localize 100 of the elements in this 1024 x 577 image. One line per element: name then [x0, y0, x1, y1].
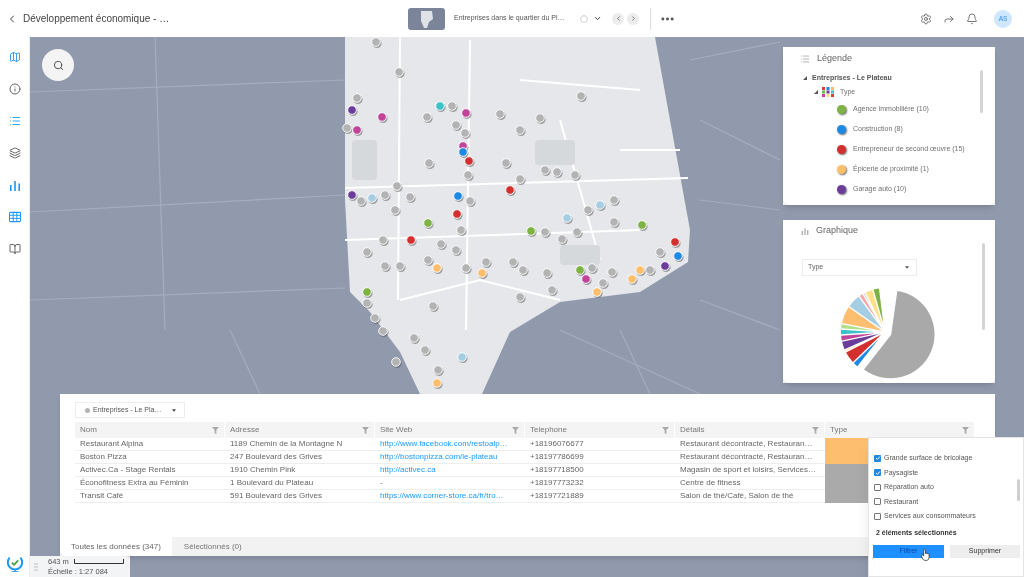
map-marker-icon[interactable] [670, 237, 681, 249]
checkbox[interactable] [874, 483, 881, 491]
map-marker-icon[interactable] [557, 234, 568, 246]
map-marker-icon[interactable] [347, 105, 358, 117]
map-marker-icon[interactable] [370, 313, 381, 325]
map-marker-icon[interactable] [570, 170, 581, 182]
filter-icon[interactable] [212, 426, 219, 434]
book-icon[interactable] [8, 243, 21, 255]
map-marker-icon[interactable] [457, 352, 468, 364]
map-marker-icon[interactable] [356, 196, 367, 208]
map-marker-icon[interactable] [515, 125, 526, 137]
map-marker-icon[interactable] [547, 285, 558, 297]
map-marker-icon[interactable] [423, 255, 434, 267]
layers-icon[interactable] [8, 147, 21, 159]
map-marker-icon[interactable] [405, 192, 416, 204]
filter-icon[interactable] [512, 426, 519, 434]
map-marker-icon[interactable] [461, 263, 472, 275]
map-marker-icon[interactable] [453, 191, 464, 203]
table-icon[interactable] [8, 211, 21, 223]
map-marker-icon[interactable] [575, 265, 586, 277]
map-marker-icon[interactable] [655, 247, 666, 259]
map-marker-icon[interactable] [391, 357, 402, 369]
dropdown-caret-icon[interactable] [593, 14, 602, 23]
map-marker-icon[interactable] [572, 227, 583, 239]
map-marker-icon[interactable] [451, 245, 462, 257]
map-marker-icon[interactable] [542, 268, 553, 280]
map-marker-icon[interactable] [367, 193, 378, 205]
map-marker-icon[interactable] [535, 113, 546, 125]
map-marker-icon[interactable] [477, 268, 488, 280]
map-marker-icon[interactable] [660, 261, 671, 273]
checkbox[interactable] [874, 498, 881, 506]
map-marker-icon[interactable] [673, 251, 684, 263]
map-marker-icon[interactable] [428, 301, 439, 313]
settings-icon[interactable] [920, 12, 932, 25]
list-icon[interactable] [8, 115, 21, 127]
map-marker-icon[interactable] [352, 125, 363, 137]
circle-icon[interactable] [580, 14, 588, 23]
website-link[interactable]: http://www.facebook.com/restoalp… [380, 438, 508, 450]
previous-button[interactable] [612, 12, 624, 25]
map-marker-icon[interactable] [362, 287, 373, 299]
map-marker-icon[interactable] [595, 200, 606, 212]
map-marker-icon[interactable] [645, 265, 656, 277]
tree-toggle-icon[interactable] [814, 90, 818, 94]
map-marker-icon[interactable] [460, 128, 471, 140]
map-marker-icon[interactable] [432, 263, 443, 275]
map-marker-icon[interactable] [576, 91, 587, 103]
map-marker-icon[interactable] [435, 101, 446, 113]
map-marker-icon[interactable] [465, 196, 476, 208]
map-marker-icon[interactable] [515, 174, 526, 186]
map-marker-icon[interactable] [501, 158, 512, 170]
map-marker-icon[interactable] [378, 326, 389, 338]
checkbox[interactable] [874, 512, 881, 520]
map-marker-icon[interactable] [637, 220, 648, 232]
website-link[interactable]: https://www.corner-store.ca/fr/tro… [380, 490, 504, 502]
bell-icon[interactable] [966, 12, 978, 25]
scrollbar-thumb[interactable] [982, 243, 985, 330]
pie-slice[interactable] [853, 339, 879, 367]
map-marker-icon[interactable] [377, 112, 388, 124]
map-marker-icon[interactable] [627, 274, 638, 286]
map-marker-icon[interactable] [464, 156, 475, 168]
map-marker-icon[interactable] [635, 265, 646, 277]
map-marker-icon[interactable] [526, 226, 537, 238]
map-marker-icon[interactable] [481, 257, 492, 269]
next-button[interactable] [627, 12, 639, 25]
map-marker-icon[interactable] [362, 298, 373, 310]
map-marker-icon[interactable] [406, 235, 417, 247]
map-marker-icon[interactable] [394, 67, 405, 79]
map-marker-icon[interactable] [495, 109, 506, 121]
map-marker-icon[interactable] [362, 247, 373, 259]
map-marker-icon[interactable] [587, 263, 598, 275]
map-marker-icon[interactable] [461, 108, 472, 120]
website-link[interactable]: http://bostonpizza.com/le-plateau [380, 451, 498, 463]
tab[interactable]: Toutes les données (347) [60, 537, 172, 556]
map-marker-icon[interactable] [436, 239, 447, 251]
pie-slice[interactable] [846, 334, 882, 363]
checkbox[interactable] [874, 454, 881, 462]
map-marker-icon[interactable] [432, 378, 443, 390]
map-marker-icon[interactable] [378, 235, 389, 247]
map-thumbnail[interactable] [408, 7, 445, 30]
map-marker-icon[interactable] [433, 365, 444, 377]
info-icon[interactable] [8, 83, 21, 95]
pie-slice[interactable] [842, 334, 879, 350]
map-icon[interactable] [8, 51, 21, 63]
map-marker-icon[interactable] [463, 170, 474, 182]
map-marker-icon[interactable] [609, 195, 620, 207]
map-marker-icon[interactable] [371, 37, 382, 49]
map-marker-icon[interactable] [390, 205, 401, 217]
map-marker-icon[interactable] [420, 345, 431, 357]
map-marker-icon[interactable] [609, 217, 620, 229]
website-link[interactable]: http://activec.ca [380, 464, 436, 476]
map-marker-icon[interactable] [342, 123, 353, 135]
more-icon[interactable] [661, 16, 674, 21]
map-marker-icon[interactable] [409, 333, 420, 345]
map-marker-icon[interactable] [451, 120, 462, 132]
pie-slice[interactable] [841, 333, 876, 341]
map-marker-icon[interactable] [583, 205, 594, 217]
map-marker-icon[interactable] [456, 225, 467, 237]
map-marker-icon[interactable] [505, 185, 516, 197]
scrollbar-thumb[interactable] [1017, 479, 1020, 501]
map-marker-icon[interactable] [552, 167, 563, 179]
